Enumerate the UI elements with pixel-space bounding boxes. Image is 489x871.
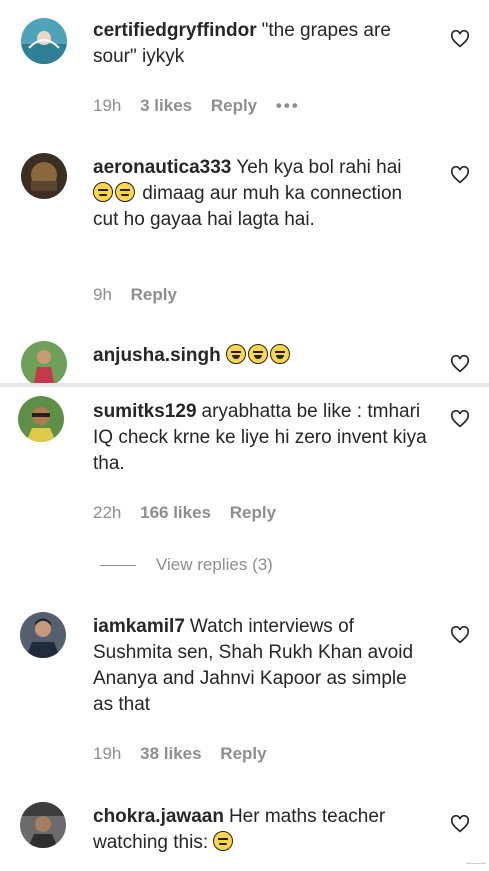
comment-body: iamkamil7 Watch interviews of Sushmita se… [93, 614, 428, 718]
grinning-squinting-face-emoji [225, 344, 246, 364]
heart-outline-icon[interactable] [450, 355, 470, 373]
expressionless-face-emoji [213, 831, 234, 851]
heart-outline-icon[interactable] [450, 166, 470, 184]
comment-time: 19h [93, 96, 122, 115]
comment-time: 22h [93, 503, 122, 522]
expressionless-face-emoji [115, 182, 135, 202]
like-count[interactable]: 38 likes [140, 744, 201, 763]
comment-text-continued: dimaag aur muh ka connection cut ho gaya… [93, 183, 403, 230]
username[interactable]: iamkamil7 [93, 616, 185, 637]
reply-button[interactable]: Reply [131, 285, 177, 304]
like-count[interactable]: 3 likes [140, 96, 192, 115]
heart-outline-icon[interactable] [450, 815, 470, 833]
comment-meta: 19h 38 likes Reply [93, 744, 281, 764]
username[interactable]: anjusha.singh [93, 345, 221, 366]
avatar[interactable] [21, 153, 67, 199]
comment-body: sumitks129 aryabhatta be like : tmhari IQ… [93, 399, 428, 477]
username[interactable]: chokra.jawaan [93, 806, 224, 827]
expressionless-face-emoji [93, 182, 113, 202]
comment-body: chokra.jawaan Her maths teacher watching … [93, 804, 428, 856]
comment-meta: 9h Reply [93, 285, 191, 305]
comment-body: certifiedgryffindor "the grapes are sour"… [93, 18, 428, 70]
like-count[interactable]: 166 likes [140, 503, 211, 522]
username[interactable]: aeronautica333 [93, 157, 231, 178]
view-replies-button[interactable]: View replies (3) [100, 555, 273, 575]
heart-outline-icon[interactable] [450, 626, 470, 644]
comment-time: 19h [93, 744, 122, 763]
more-options-button[interactable]: ••• [276, 96, 300, 115]
grinning-squinting-face-emoji [269, 344, 290, 364]
comment-meta: 22h 166 likes Reply [93, 503, 290, 523]
avatar[interactable] [20, 612, 66, 658]
avatar[interactable] [21, 18, 67, 64]
username[interactable]: sumitks129 [93, 401, 197, 422]
reply-button[interactable]: Reply [230, 503, 276, 522]
heart-outline-icon[interactable] [450, 410, 470, 428]
reply-button[interactable]: Reply [220, 744, 266, 763]
comment-text: Yeh kya bol rahi hai [236, 157, 402, 178]
divider [0, 383, 489, 387]
username[interactable]: certifiedgryffindor [93, 20, 257, 41]
comment-body: anjusha.singh [93, 343, 428, 369]
view-replies-line [100, 565, 136, 567]
reply-button[interactable]: Reply [211, 96, 257, 115]
grinning-squinting-face-emoji [247, 344, 268, 364]
avatar[interactable] [18, 396, 64, 442]
avatar[interactable] [21, 341, 67, 387]
heart-outline-icon[interactable] [450, 30, 470, 48]
comment-time: 9h [93, 285, 112, 304]
avatar[interactable] [20, 802, 66, 848]
comment-meta: 19h 3 likes Reply ••• [93, 96, 314, 116]
comment-body: aeronautica333 Yeh kya bol rahi hai dimaa… [93, 155, 428, 233]
view-replies-label: View replies (3) [156, 555, 273, 574]
